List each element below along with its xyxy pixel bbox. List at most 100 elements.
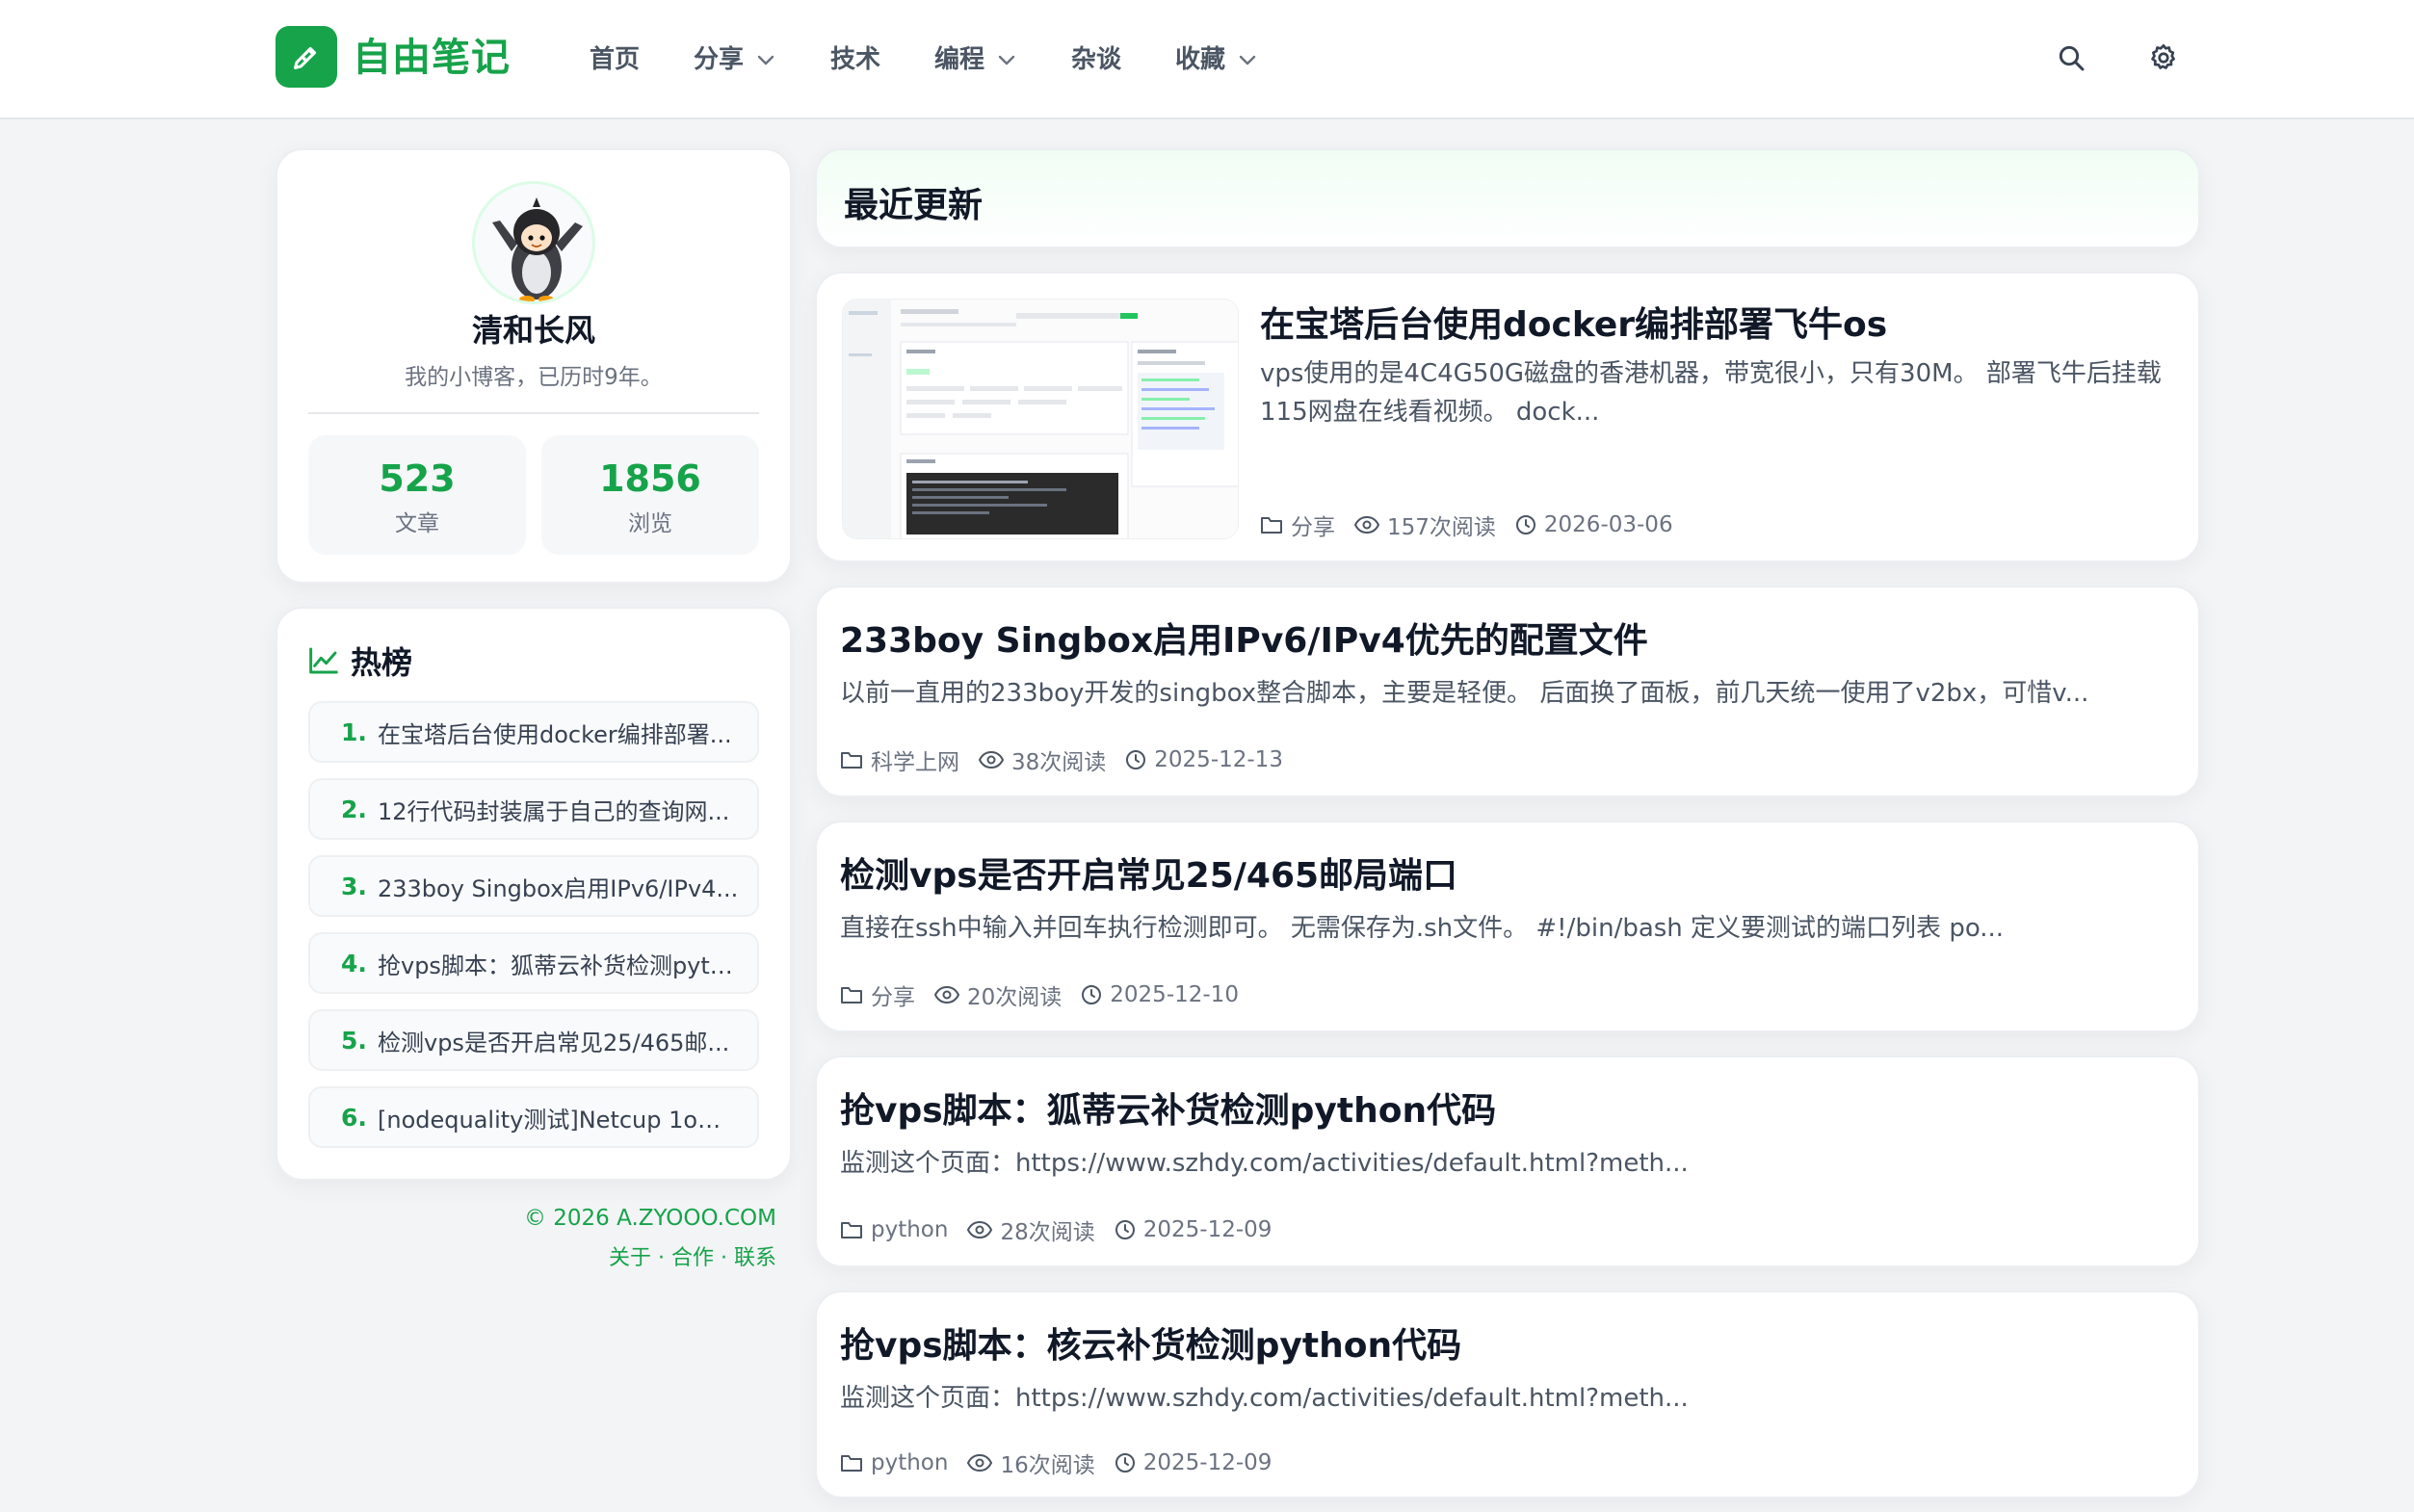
nav-programming[interactable]: 编程 xyxy=(934,37,1015,83)
hot-list-item[interactable]: 5. 检测vps是否开启常见25/465邮... xyxy=(308,1009,759,1071)
article-card[interactable]: 抢vps脚本：狐蒂云补货检测python代码 监测这个页面：https://ww… xyxy=(815,1056,2200,1267)
article-meta: 分享 20次阅读 2025-12-10 xyxy=(840,978,1258,1011)
search-icon[interactable] xyxy=(2050,37,2092,79)
category-label: 分享 xyxy=(1291,515,1335,540)
hot-rank: 4. xyxy=(341,949,367,978)
hot-list-item[interactable]: 1. 在宝塔后台使用docker编排部署... xyxy=(308,701,759,763)
nav-label: 编程 xyxy=(934,45,985,74)
article-card[interactable]: 检测vps是否开启常见25/465邮局端口 直接在ssh中输入并回车执行检测即可… xyxy=(815,821,2200,1032)
article-date: 2026-03-06 xyxy=(1515,512,1673,537)
stat-value: 1856 xyxy=(599,457,701,500)
nav-label: 收藏 xyxy=(1175,45,1226,74)
avatar[interactable] xyxy=(472,181,595,304)
chevron-down-icon xyxy=(998,54,1015,65)
nav-label: 分享 xyxy=(694,45,745,74)
category-label: 分享 xyxy=(871,985,915,1010)
article-category[interactable]: python xyxy=(840,1450,948,1475)
article-views: 28次阅读 xyxy=(967,1213,1095,1246)
article-title[interactable]: 抢vps脚本：核云补货检测python代码 xyxy=(840,1317,2169,1368)
stat-articles: 523 文章 xyxy=(308,435,526,555)
hot-list-item[interactable]: 3. 233boy Singbox启用IPv6/IPv4... xyxy=(308,855,759,917)
clock-icon xyxy=(1115,1220,1135,1239)
article-date: 2025-12-10 xyxy=(1081,982,1239,1007)
chevron-down-icon xyxy=(757,54,774,65)
logo-pen-icon[interactable] xyxy=(276,26,337,88)
nav-label: 杂谈 xyxy=(1071,45,1122,74)
profile-bio: 我的小博客，已历时9年。 xyxy=(405,365,663,390)
trending-chart-icon xyxy=(308,646,339,675)
date-label: 2025-12-09 xyxy=(1142,1217,1273,1242)
article-title[interactable]: 抢vps脚本：狐蒂云补货检测python代码 xyxy=(840,1082,2169,1133)
hot-list-item[interactable]: 4. 抢vps脚本：狐蒂云补货检测pyth... xyxy=(308,932,759,994)
article-thumbnail[interactable] xyxy=(842,299,1239,539)
views-label: 20次阅读 xyxy=(967,985,1063,1010)
stat-label: 文章 xyxy=(395,511,439,536)
profile-name[interactable]: 清和长风 xyxy=(277,306,790,351)
folder-icon xyxy=(1261,517,1282,534)
hot-rank: 3. xyxy=(341,872,367,900)
folder-icon xyxy=(841,1222,862,1238)
hot-item-title: 在宝塔后台使用docker编排部署... xyxy=(378,720,732,748)
nav-chat[interactable]: 杂谈 xyxy=(1071,37,1121,83)
article-card[interactable]: 233boy Singbox启用IPv6/IPv4优先的配置文件 以前一直用的2… xyxy=(815,586,2200,797)
article-title[interactable]: 在宝塔后台使用docker编排部署飞牛os xyxy=(1260,297,2175,347)
article-views: 20次阅读 xyxy=(934,978,1062,1011)
article-category[interactable]: python xyxy=(840,1217,948,1242)
article-views: 157次阅读 xyxy=(1354,508,1496,541)
views-label: 28次阅读 xyxy=(1000,1220,1095,1245)
eye-icon xyxy=(934,985,959,1004)
clock-icon xyxy=(1515,515,1535,534)
article-meta: python 28次阅读 2025-12-09 xyxy=(840,1213,1291,1246)
article-category[interactable]: 科学上网 xyxy=(840,743,959,776)
article-meta: python 16次阅读 2025-12-09 xyxy=(840,1447,1291,1479)
chevron-down-icon xyxy=(1239,54,1256,65)
article-date: 2025-12-13 xyxy=(1125,747,1283,772)
article-title[interactable]: 233boy Singbox启用IPv6/IPv4优先的配置文件 xyxy=(840,613,2169,663)
category-label: python xyxy=(871,1450,949,1475)
folder-icon xyxy=(841,1455,862,1472)
nav-favorites[interactable]: 收藏 xyxy=(1175,37,1256,83)
hot-rank: 6. xyxy=(341,1103,367,1132)
article-date: 2025-12-09 xyxy=(1115,1217,1273,1242)
date-label: 2025-12-13 xyxy=(1154,747,1283,772)
hot-item-title: 12行代码封装属于自己的查询网... xyxy=(378,797,730,825)
hot-item-title: 检测vps是否开启常见25/465邮... xyxy=(378,1029,730,1056)
nav-tech[interactable]: 技术 xyxy=(830,37,880,83)
hot-list-item[interactable]: 2. 12行代码封装属于自己的查询网... xyxy=(308,778,759,840)
hot-rank: 5. xyxy=(341,1026,367,1055)
date-label: 2026-03-06 xyxy=(1543,512,1673,537)
site-title[interactable]: 自由笔记 xyxy=(353,29,511,87)
hot-rank: 1. xyxy=(341,717,367,746)
date-label: 2025-12-09 xyxy=(1142,1450,1273,1475)
clock-icon xyxy=(1082,985,1102,1004)
hot-list-item[interactable]: 6. [nodequality测试]Netcup 1o鸡(... xyxy=(308,1086,759,1148)
category-label: python xyxy=(871,1217,949,1242)
recent-header-card: 最近更新 xyxy=(815,148,2200,248)
hot-item-title: [nodequality测试]Netcup 1o鸡(... xyxy=(378,1106,744,1134)
article-category[interactable]: 分享 xyxy=(840,978,915,1011)
folder-icon xyxy=(841,987,862,1004)
article-excerpt: 监测这个页面：https://www.szhdy.com/activities/… xyxy=(840,1149,1689,1178)
article-views: 38次阅读 xyxy=(979,743,1106,776)
divider xyxy=(308,412,759,414)
category-label: 科学上网 xyxy=(871,750,959,775)
article-card[interactable]: 在宝塔后台使用docker编排部署飞牛os vps使用的是4C4G50G磁盘的香… xyxy=(815,272,2200,562)
nav-share[interactable]: 分享 xyxy=(694,37,774,83)
clock-icon xyxy=(1115,1453,1135,1473)
nav-home[interactable]: 首页 xyxy=(590,37,640,83)
article-excerpt: 以前一直用的233boy开发的singbox整合脚本，主要是轻便。 后面换了面板… xyxy=(840,679,2089,708)
nav-label: 技术 xyxy=(830,45,881,74)
article-title[interactable]: 检测vps是否开启常见25/465邮局端口 xyxy=(840,847,2169,898)
gear-icon[interactable] xyxy=(2142,37,2185,79)
article-category[interactable]: 分享 xyxy=(1260,508,1335,541)
article-meta: 科学上网 38次阅读 2025-12-13 xyxy=(840,743,1302,776)
article-excerpt: 监测这个页面：https://www.szhdy.com/activities/… xyxy=(840,1384,1689,1413)
stat-value: 523 xyxy=(379,457,456,500)
stat-label: 浏览 xyxy=(628,511,672,536)
profile-card: 清和长风 我的小博客，已历时9年。 523 文章 1856 浏览 xyxy=(276,148,792,584)
footer-links[interactable]: 关于 · 合作 · 联系 xyxy=(609,1240,776,1271)
article-card[interactable]: 抢vps脚本：核云补货检测python代码 监测这个页面：https://www… xyxy=(815,1290,2200,1499)
eye-icon xyxy=(967,1453,993,1473)
article-date: 2025-12-09 xyxy=(1115,1450,1273,1475)
hot-list-title-text: 热榜 xyxy=(351,644,413,681)
